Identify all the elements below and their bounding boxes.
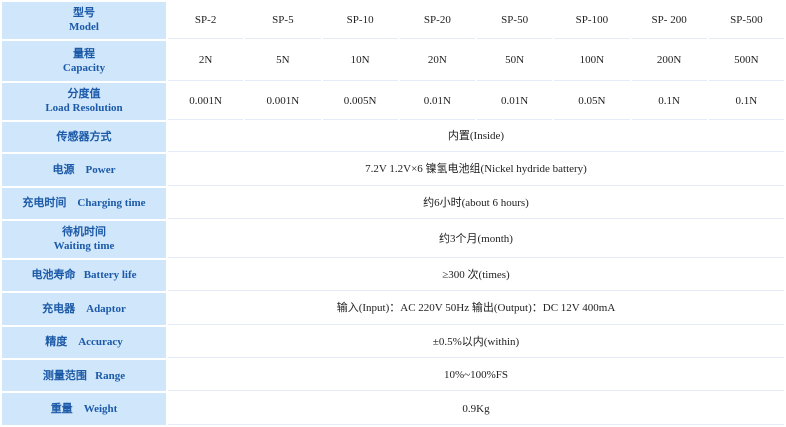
adaptor-label-zh: 充电器: [42, 302, 76, 315]
model-cell: SP-50: [477, 2, 553, 39]
power-label-zh: 电源: [52, 163, 75, 176]
resolution-cell: 0.01N: [399, 83, 475, 120]
power-value: 7.2V 1.2V×6 镍氢电池组(Nickel hydride battery…: [168, 154, 784, 186]
capacity-label-en: Capacity: [62, 61, 106, 74]
charging-label-en: Charging time: [77, 197, 146, 210]
resolution-label: 分度值 Load Resolution: [2, 83, 166, 120]
model-cell: SP-500: [708, 2, 784, 39]
waiting-label-en: Waiting time: [53, 240, 115, 253]
resolution-cell: 0.005N: [322, 83, 398, 120]
charging-label: 充电时间 Charging time: [2, 187, 166, 220]
power-row: 电源 Power 7.2V 1.2V×6 镍氢电池组(Nickel hydrid…: [2, 154, 784, 186]
waiting-label: 待机时间 Waiting time: [2, 221, 166, 258]
battery-life-label: 电池寿命 Battery life: [2, 259, 166, 292]
capacity-cell: 200N: [631, 40, 707, 82]
capacity-cell: 5N: [245, 40, 321, 82]
model-cell: SP- 200: [631, 2, 707, 39]
battery-life-row: 电池寿命 Battery life ≥300 次(times): [2, 259, 784, 292]
accuracy-value: ±0.5%以内(within): [168, 326, 784, 358]
resolution-row: 分度值 Load Resolution 0.001N 0.001N 0.005N…: [2, 83, 784, 120]
range-label-en: Range: [95, 369, 126, 382]
range-value: 10%~100%FS: [168, 359, 784, 392]
accuracy-row: 精度 Accuracy ±0.5%以内(within): [2, 326, 784, 358]
weight-row: 重量 Weight 0.9Kg: [2, 393, 784, 425]
waiting-label-zh: 待机时间: [62, 226, 106, 239]
sensor-label-zh: 传感器方式: [56, 130, 112, 143]
charging-value: 约6小时(about 6 hours): [168, 187, 784, 220]
range-row: 测量范围 Range 10%~100%FS: [2, 359, 784, 392]
capacity-cell: 20N: [399, 40, 475, 82]
battery-life-label-en: Battery life: [83, 269, 137, 282]
battery-life-label-zh: 电池寿命: [31, 269, 76, 282]
sensor-label: 传感器方式: [2, 121, 166, 153]
weight-label-en: Weight: [83, 403, 118, 416]
spec-table: 型号 Model SP-2 SP-5 SP-10 SP-20 SP-50 SP-…: [0, 0, 786, 427]
battery-life-value: ≥300 次(times): [168, 259, 784, 292]
weight-label-zh: 重量: [50, 403, 73, 416]
resolution-cell: 0.1N: [708, 83, 784, 120]
power-label: 电源 Power: [2, 154, 166, 186]
capacity-cell: 50N: [477, 40, 553, 82]
waiting-row: 待机时间 Waiting time 约3个月(month): [2, 221, 784, 258]
range-label: 测量范围 Range: [2, 359, 166, 392]
capacity-label: 量程 Capacity: [2, 40, 166, 82]
capacity-cell: 100N: [554, 40, 630, 82]
adaptor-label: 充电器 Adaptor: [2, 293, 166, 325]
capacity-cell: 10N: [322, 40, 398, 82]
resolution-cell: 0.001N: [168, 83, 244, 120]
model-cell: SP-10: [322, 2, 398, 39]
capacity-cell: 500N: [708, 40, 784, 82]
weight-value: 0.9Kg: [168, 393, 784, 425]
accuracy-label-zh: 精度: [45, 336, 68, 349]
adaptor-value: 输入(Input)：AC 220V 50Hz 输出(Output)：DC 12V…: [168, 293, 784, 325]
resolution-cell: 0.05N: [554, 83, 630, 120]
resolution-label-zh: 分度值: [67, 88, 101, 101]
sensor-row: 传感器方式 内置(Inside): [2, 121, 784, 153]
resolution-label-en: Load Resolution: [45, 102, 123, 115]
waiting-value: 约3个月(month): [168, 221, 784, 258]
resolution-cell: 0.001N: [245, 83, 321, 120]
capacity-cell: 2N: [168, 40, 244, 82]
range-label-zh: 测量范围: [42, 369, 87, 382]
adaptor-row: 充电器 Adaptor 输入(Input)：AC 220V 50Hz 输出(Ou…: [2, 293, 784, 325]
model-cell: SP-20: [399, 2, 475, 39]
charging-row: 充电时间 Charging time 约6小时(about 6 hours): [2, 187, 784, 220]
resolution-cell: 0.1N: [631, 83, 707, 120]
model-cell: SP-2: [168, 2, 244, 39]
model-label-en: Model: [69, 21, 99, 34]
power-label-en: Power: [85, 163, 116, 176]
accuracy-label: 精度 Accuracy: [2, 326, 166, 358]
model-row: 型号 Model SP-2 SP-5 SP-10 SP-20 SP-50 SP-…: [2, 2, 784, 39]
model-cell: SP-5: [245, 2, 321, 39]
accuracy-label-en: Accuracy: [78, 336, 123, 349]
adaptor-label-en: Adaptor: [86, 302, 126, 315]
capacity-label-zh: 量程: [73, 47, 95, 60]
model-label-zh: 型号: [73, 7, 95, 20]
model-cell: SP-100: [554, 2, 630, 39]
resolution-cell: 0.01N: [477, 83, 553, 120]
model-label: 型号 Model: [2, 2, 166, 39]
weight-label: 重量 Weight: [2, 393, 166, 425]
capacity-row: 量程 Capacity 2N 5N 10N 20N 50N 100N 200N …: [2, 40, 784, 82]
charging-label-zh: 充电时间: [22, 197, 67, 210]
sensor-value: 内置(Inside): [168, 121, 784, 153]
